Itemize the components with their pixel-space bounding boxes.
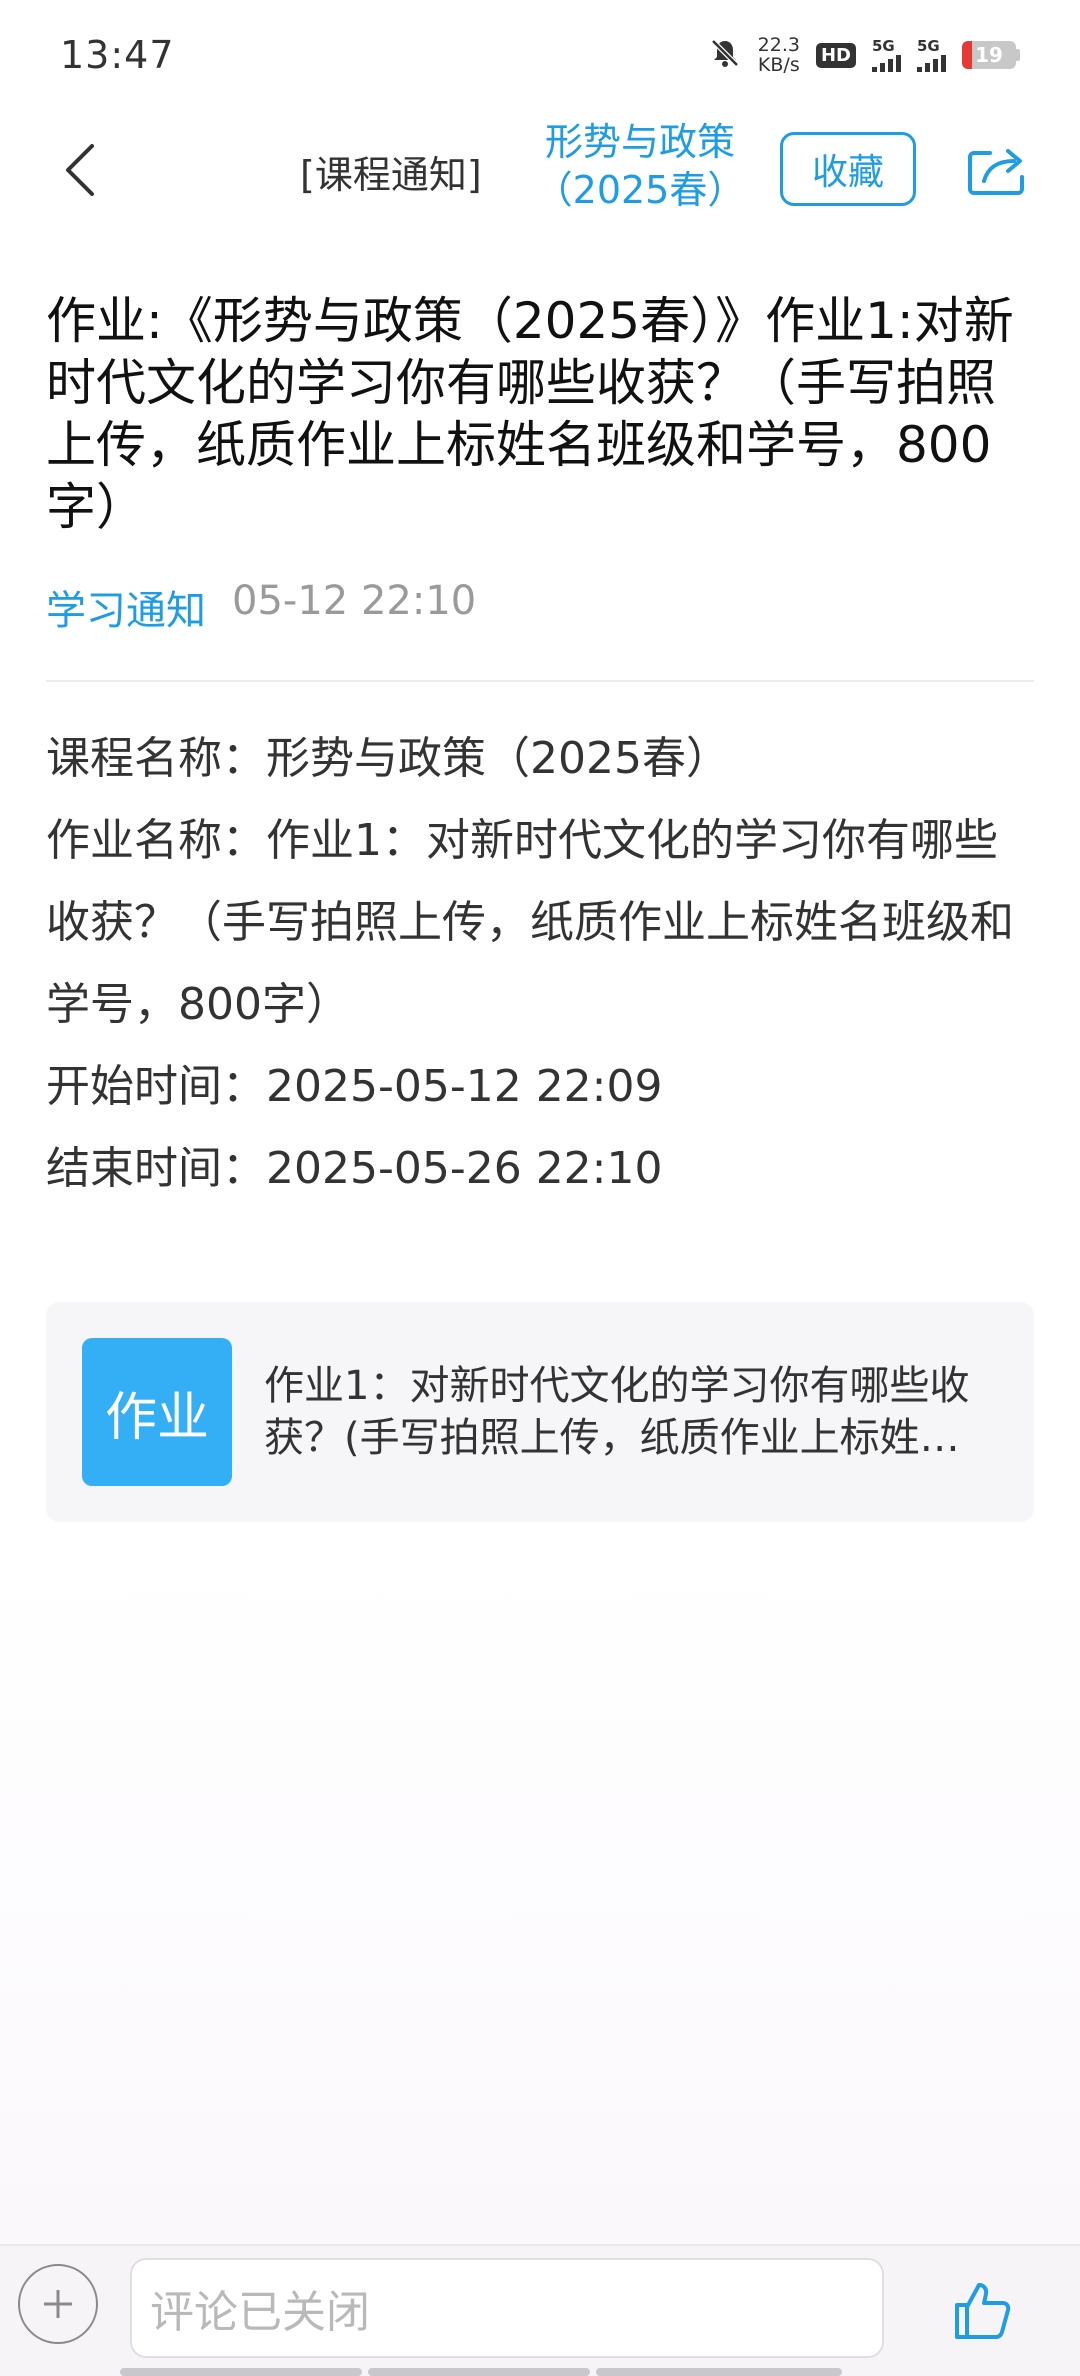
detail-assignment-name: 作业名称：作业1：对新时代文化的学习你有哪些收获？（手写拍照上传，纸质作业上标姓… [46,815,1014,1030]
back-button[interactable] [50,132,110,208]
course-link-line1: 形势与政策 [544,120,735,164]
detail-end-time: 结束时间：2025-05-26 22:10 [46,1143,663,1194]
battery-level: 19 [975,43,1003,67]
thumbs-up-icon [955,2283,1011,2339]
comment-bar: 评论已关闭 [0,2244,1080,2376]
content-background [0,1560,1080,2244]
like-button[interactable] [944,2270,1024,2350]
notice-meta: 学习通知 05-12 22:10 [46,578,476,636]
course-link-line2: （2025春） [534,168,746,212]
hd-badge: HD [815,42,856,68]
notice-title: 作业:《形势与政策（2025春）》作业1:对新时代文化的学习你有哪些收获？（手写… [46,292,1014,536]
divider [46,680,1034,682]
status-icons: 22.3 KB/s HD 5G 5G 19 [708,35,1020,75]
gesture-bar [120,2368,842,2376]
notice-type-tag: [课程通知] [300,153,482,197]
add-button[interactable] [18,2264,98,2344]
signal-2-label: 5G [917,36,940,55]
back-arrow-icon [66,144,94,196]
comment-input[interactable]: 评论已关闭 [130,2258,884,2358]
notice-source[interactable]: 学习通知 [46,578,206,636]
header: [课程通知] 形势与政策 （2025春） 收藏 [0,110,1080,230]
battery-icon: 19 [962,41,1020,69]
signal-2: 5G [917,36,946,72]
assignment-card-title: 作业1：对新时代文化的学习你有哪些收获？(手写拍照上传，纸质作业上标姓名班级和学… [264,1363,970,1461]
status-bar: 13:47 22.3 KB/s HD 5G 5G 19 [0,0,1080,110]
signal-2-bars-icon [917,54,946,72]
course-link[interactable]: 形势与政策 （2025春） [530,118,750,214]
plus-icon [44,2290,72,2318]
mute-bell-icon [708,36,742,74]
detail-start-time: 开始时间：2025-05-12 22:09 [46,1061,663,1112]
favorite-button[interactable]: 收藏 [780,132,916,206]
signal-1-bars-icon [872,54,901,72]
assignment-card[interactable]: 作业 作业1：对新时代文化的学习你有哪些收获？(手写拍照上传，纸质作业上标姓名班… [46,1302,1034,1522]
assignment-icon: 作业 [82,1338,232,1486]
share-icon [968,149,1024,195]
status-time: 13:47 [60,33,175,77]
net-speed-unit: KB/s [757,54,800,76]
signal-1-label: 5G [872,36,895,55]
net-speed: 22.3 KB/s [758,35,800,75]
notice-details: 课程名称：形势与政策（2025春） 作业名称：作业1：对新时代文化的学习你有哪些… [46,718,1036,1210]
notice-detail-page: 13:47 22.3 KB/s HD 5G 5G 19 [课程通知] 形势与政策… [0,0,1080,2376]
share-button[interactable] [964,136,1030,202]
detail-course-name: 课程名称：形势与政策（2025春） [46,733,730,784]
net-speed-value: 22.3 [757,34,800,56]
signal-1: 5G [872,36,901,72]
notice-time: 05-12 22:10 [232,578,477,624]
